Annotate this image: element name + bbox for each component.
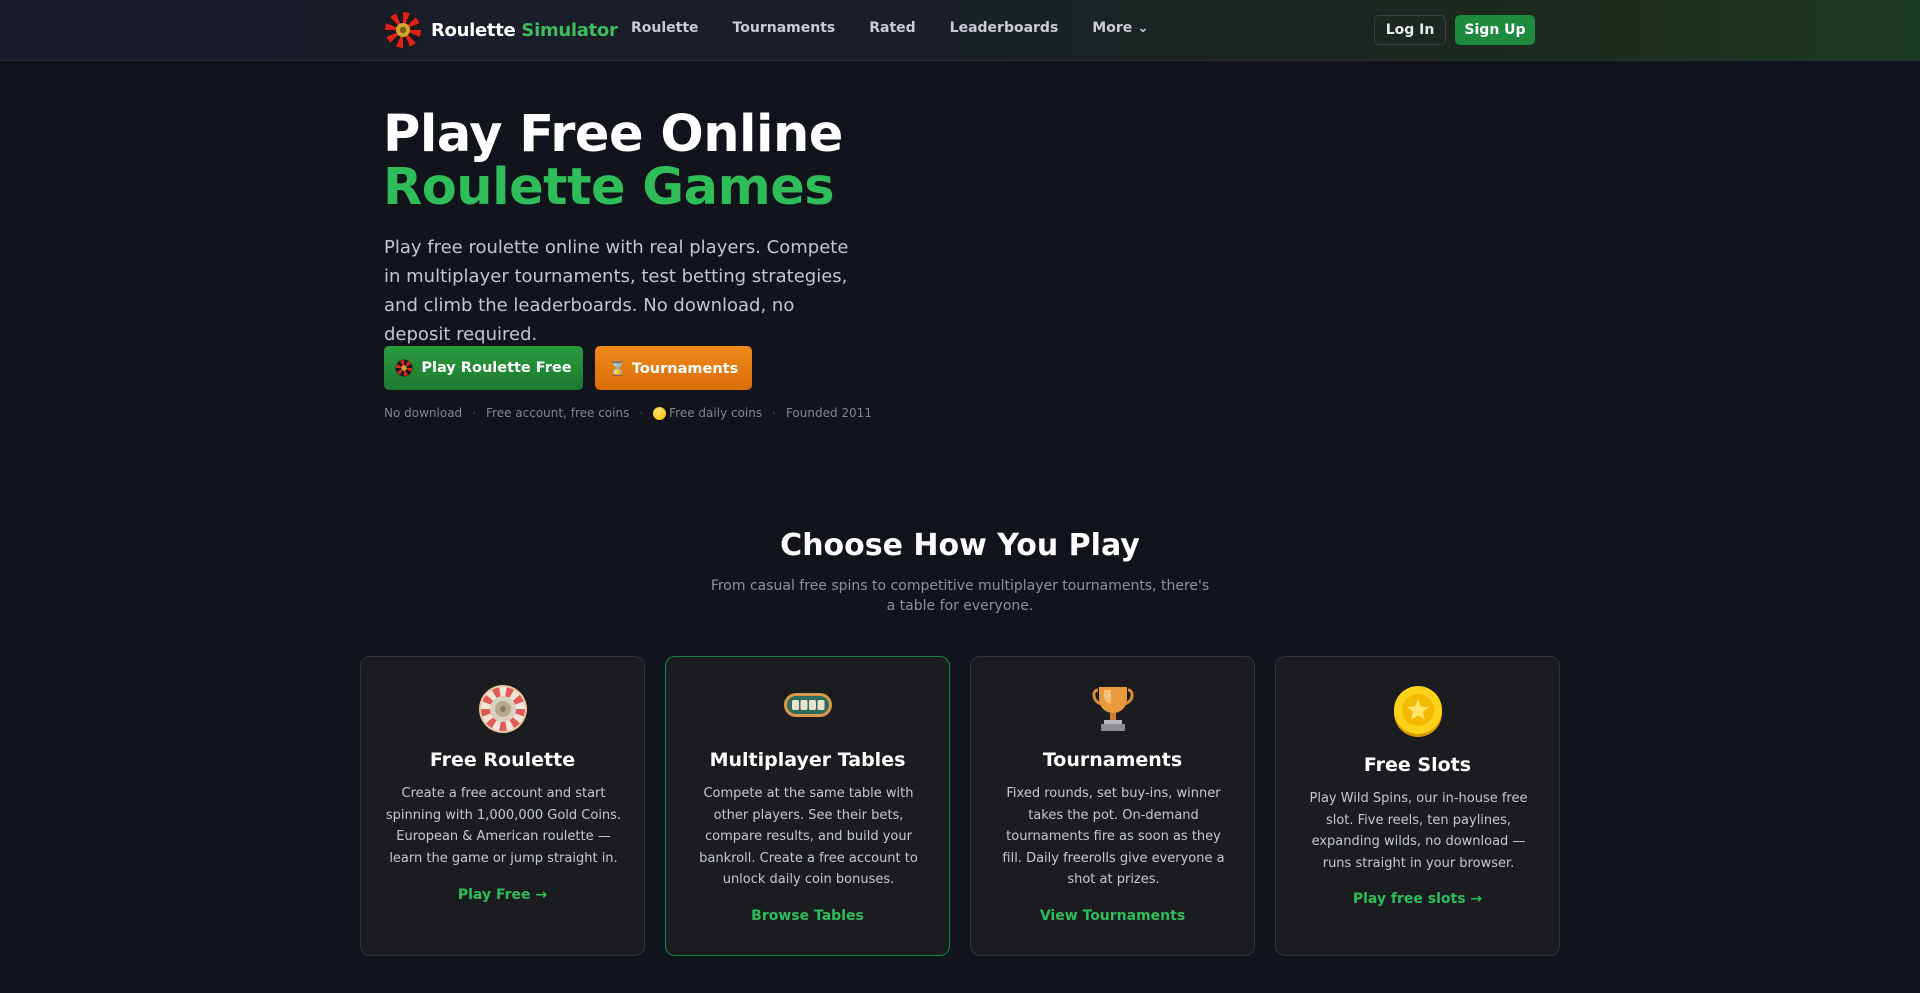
tag-separator: · xyxy=(639,406,644,420)
signup-button[interactable]: Sign Up xyxy=(1455,15,1535,45)
roulette-wheel-icon xyxy=(478,685,527,733)
card-title: Free Roulette xyxy=(429,749,576,771)
card-description: Compete at the same table with other pla… xyxy=(699,786,918,887)
tournaments-button[interactable]: ⌛ Tournaments xyxy=(595,346,752,390)
nav-roulette[interactable]: Roulette xyxy=(631,20,699,36)
browse-tables-link[interactable]: Browse Tables xyxy=(666,908,949,924)
site-logo[interactable]: Roulette Simulator xyxy=(383,10,618,50)
top-navbar: Roulette Simulator Roulette Tournaments … xyxy=(0,0,1920,61)
hero-subtitle: Play free roulette online with real play… xyxy=(384,237,849,345)
main-nav: Roulette Tournaments Rated Leaderboards … xyxy=(631,20,1149,36)
nav-rated[interactable]: Rated xyxy=(869,20,915,36)
hero-title-line1: Play Free Online xyxy=(383,105,843,164)
casino-chip-table-icon xyxy=(783,693,832,717)
nav-tournaments[interactable]: Tournaments xyxy=(733,20,836,36)
logo-text-simulator: Simulator xyxy=(521,19,618,41)
card-title: Tournaments xyxy=(1042,749,1183,771)
logo-text-roulette: Roulette xyxy=(431,19,516,41)
hero-title: Play Free Online Roulette Games xyxy=(383,108,843,214)
login-button[interactable]: Log In xyxy=(1374,15,1446,45)
section-title: Choose How You Play xyxy=(780,528,1140,563)
card-description: Create a free account and start spinning… xyxy=(385,786,622,866)
view-tournaments-link[interactable]: View Tournaments xyxy=(971,908,1254,924)
section-subtitle: From casual free spins to competitive mu… xyxy=(710,578,1210,614)
card-free-slots[interactable]: Free Slots Play Wild Spins, our in-house… xyxy=(1275,656,1560,956)
tag-founded: Founded 2011 xyxy=(785,406,872,420)
nav-more-dropdown[interactable]: More ⌄ xyxy=(1092,20,1149,36)
tag-separator: · xyxy=(772,406,776,420)
hero-feature-tags: No download · Free account, free coins ·… xyxy=(384,406,872,420)
tag-separator: · xyxy=(472,406,476,420)
card-tournaments[interactable]: Tournaments Fixed rounds, set buy-ins, w… xyxy=(970,656,1255,956)
play-free-slots-link[interactable]: Play free slots → xyxy=(1276,891,1559,907)
logo-text: Roulette Simulator xyxy=(431,20,618,41)
nav-leaderboards[interactable]: Leaderboards xyxy=(950,20,1059,36)
tag-no-download: No download xyxy=(384,406,463,420)
card-description: Fixed rounds, set buy-ins, winner takes … xyxy=(1002,786,1225,887)
play-free-link[interactable]: Play Free → xyxy=(361,887,644,903)
card-title: Free Slots xyxy=(1363,754,1472,776)
hero-title-line2: Roulette Games xyxy=(383,158,835,217)
card-free-roulette[interactable]: Free Roulette Create a free account and … xyxy=(360,656,645,956)
trophy-icon xyxy=(1091,687,1134,731)
tag-free-account: Free account, free coins xyxy=(486,406,630,420)
play-roulette-free-label: Play Roulette Free xyxy=(421,360,572,376)
card-multiplayer-tables[interactable]: Multiplayer Tables Compete at the same t… xyxy=(665,656,950,956)
tag-free-daily-coins: Free daily coins xyxy=(669,406,763,420)
coin-icon xyxy=(653,406,667,420)
play-roulette-free-button[interactable]: Play Roulette Free xyxy=(384,346,583,390)
card-description: Play Wild Spins, our in-house free slot.… xyxy=(1309,791,1528,871)
roulette-logo-icon xyxy=(384,11,422,49)
roulette-wheel-mini-icon xyxy=(395,359,413,377)
card-title: Multiplayer Tables xyxy=(709,749,906,771)
gold-coin-star-icon xyxy=(1393,686,1442,737)
